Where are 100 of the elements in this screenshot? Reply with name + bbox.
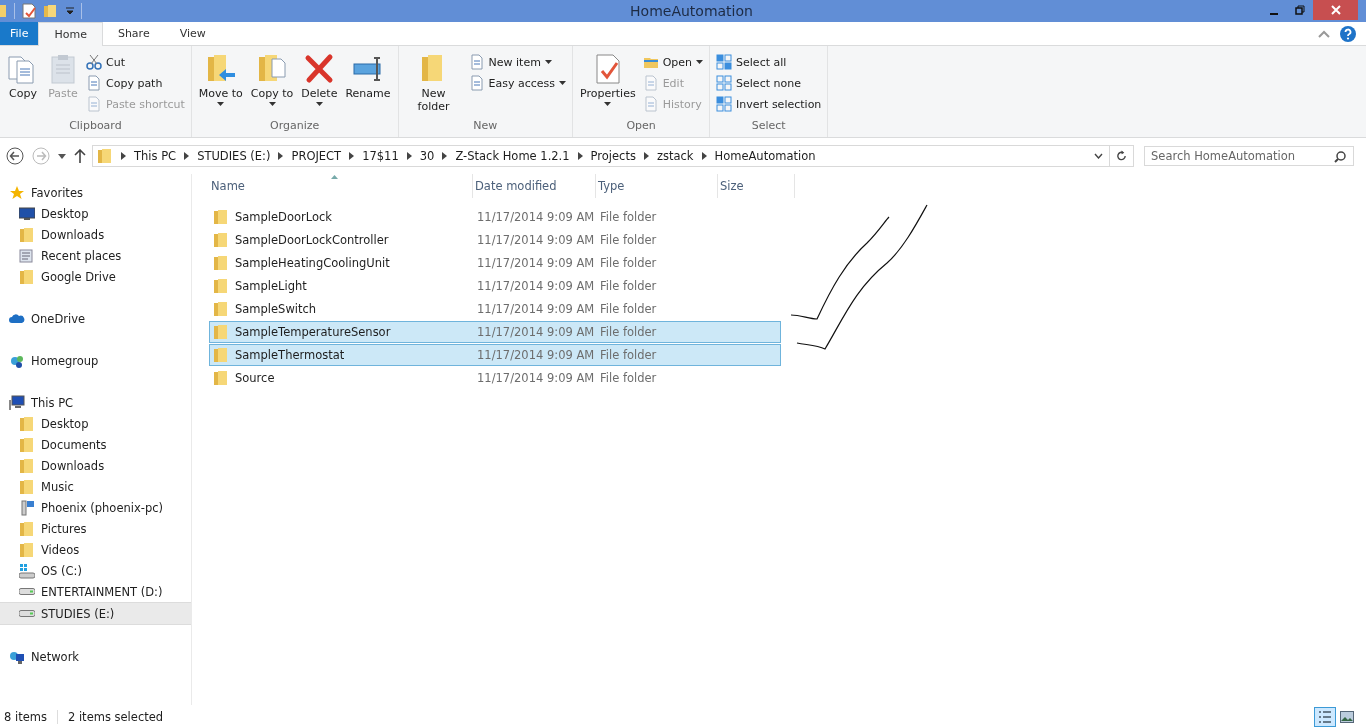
chevron-icon[interactable]: [184, 152, 190, 160]
refresh-button[interactable]: [1110, 145, 1134, 167]
nav-item[interactable]: Network: [0, 646, 191, 667]
breadcrumb[interactable]: PROJECT: [291, 149, 342, 163]
nav-item[interactable]: OneDrive: [0, 308, 191, 329]
column-header[interactable]: Type: [596, 174, 718, 198]
help-icon[interactable]: [1340, 25, 1356, 42]
ribbon-button[interactable]: New item: [466, 53, 569, 71]
caret-icon: [696, 60, 704, 64]
breadcrumb[interactable]: STUDIES (E:): [197, 149, 271, 163]
folder-icon: [213, 370, 229, 386]
type-cell-text: File folder: [599, 210, 658, 224]
properties-icon[interactable]: [21, 3, 37, 19]
nav-item[interactable]: This PC: [0, 392, 191, 413]
group-label: New: [472, 119, 499, 134]
caret-icon: [559, 81, 567, 85]
date-cell-text: 11/17/2014 9:09 AM: [476, 371, 596, 385]
ribbon-button[interactable]: Copy: [4, 49, 42, 102]
nav-item[interactable]: Google Drive: [0, 266, 191, 287]
recent-locations-button[interactable]: [56, 153, 68, 159]
file-row[interactable]: SampleThermostat 11/17/2014 9:09 AM File folder: [209, 344, 781, 366]
chevron-icon[interactable]: [442, 152, 448, 160]
nav-item[interactable]: Homegroup: [0, 350, 191, 371]
chevron-icon[interactable]: [643, 152, 649, 160]
ribbon-tab[interactable]: Home: [38, 22, 103, 46]
breadcrumb[interactable]: HomeAutomation: [714, 149, 816, 163]
nav-item[interactable]: ENTERTAINMENT (D:): [0, 581, 191, 602]
breadcrumb[interactable]: 30: [419, 149, 435, 163]
breadcrumb[interactable]: Projects: [590, 149, 636, 163]
file-row[interactable]: SampleHeatingCoolingUnit 11/17/2014 9:09 AM File folder: [209, 252, 781, 274]
folder-icon: [213, 255, 229, 271]
search-icon[interactable]: [1334, 151, 1346, 163]
ribbon-button[interactable]: New folder: [402, 49, 465, 115]
breadcrumb[interactable]: This PC: [134, 149, 177, 163]
ribbon-button[interactable]: Delete: [298, 49, 341, 108]
ribbon-button[interactable]: Cut: [84, 53, 187, 71]
nav-item[interactable]: Videos: [0, 539, 191, 560]
details-view-button[interactable]: [1314, 706, 1336, 727]
close-button[interactable]: [1313, 0, 1358, 20]
folder-icon: [213, 347, 229, 363]
file-name: SampleLight: [235, 279, 307, 293]
ribbon-button[interactable]: Select all: [714, 53, 824, 71]
breadcrumb[interactable]: 17$11: [362, 149, 399, 163]
collapse-ribbon-icon[interactable]: [1318, 29, 1330, 38]
column-header[interactable]: Size: [718, 174, 795, 198]
group-label: Clipboard: [68, 119, 123, 134]
nav-item[interactable]: Phoenix (phoenix-pc): [0, 497, 191, 518]
nav-item[interactable]: Downloads: [0, 224, 191, 245]
file-row[interactable]: SampleTemperatureSensor 11/17/2014 9:09 AM File folder: [209, 321, 781, 343]
chevron-icon[interactable]: [577, 152, 583, 160]
nav-item[interactable]: Recent places: [0, 245, 191, 266]
file-row[interactable]: SampleSwitch 11/17/2014 9:09 AM File folder: [209, 298, 781, 320]
date-cell-text: 11/17/2014 9:09 AM: [476, 279, 596, 293]
nav-item[interactable]: Desktop: [0, 203, 191, 224]
chevron-icon[interactable]: [278, 152, 284, 160]
invert-selection-icon: [716, 96, 733, 112]
nav-item[interactable]: OS (C:): [0, 560, 191, 581]
scissors-icon: [86, 54, 102, 70]
item-count: 8 items: [4, 709, 47, 724]
nav-item[interactable]: Documents: [0, 434, 191, 455]
file-row[interactable]: SampleDoorLockController 11/17/2014 9:09 AM File folder: [209, 229, 781, 251]
file-row[interactable]: SampleLight 11/17/2014 9:09 AM File folder: [209, 275, 781, 297]
nav-item[interactable]: Favorites: [0, 182, 191, 203]
address-bar[interactable]: This PC STUDIES (E:) PROJECT 17$11 30 Z-Stack Home 1.2.1 Projects zstack HomeAutomation: [92, 145, 1110, 167]
history-icon: [642, 96, 659, 112]
nav-item[interactable]: STUDIES (E:): [0, 602, 191, 625]
nav-item[interactable]: Music: [0, 476, 191, 497]
chevron-icon[interactable]: [349, 152, 355, 160]
restore-icon: [1295, 5, 1305, 15]
caret-icon: [58, 153, 66, 159]
breadcrumb[interactable]: zstack: [656, 149, 694, 163]
up-button[interactable]: [72, 149, 88, 163]
nav-item[interactable]: Pictures: [0, 518, 191, 539]
ribbon-button[interactable]: Rename: [342, 49, 394, 102]
breadcrumb[interactable]: Z-Stack Home 1.2.1: [455, 149, 570, 163]
nav-item[interactable]: Downloads: [0, 455, 191, 476]
ribbon-button[interactable]: Properties: [577, 49, 639, 108]
ribbon-button[interactable]: Select none: [714, 74, 824, 92]
sort-ascending-icon: [331, 175, 338, 179]
ribbon-button[interactable]: Invert selection: [714, 95, 824, 113]
file-row[interactable]: SampleDoorLock 11/17/2014 9:09 AM File folder: [209, 206, 781, 228]
chevron-icon[interactable]: [406, 152, 412, 160]
dropdown-icon[interactable]: [1094, 153, 1103, 159]
back-button[interactable]: [4, 147, 26, 165]
file-row[interactable]: Source 11/17/2014 9:09 AM File folder: [209, 367, 781, 389]
ribbon-button[interactable]: Easy access: [466, 74, 569, 92]
chevron-icon[interactable]: [121, 152, 126, 160]
ribbon-button[interactable]: Move to: [195, 49, 246, 108]
nav-item[interactable]: Desktop: [0, 413, 191, 434]
date-cell-text: 11/17/2014 9:09 AM: [476, 302, 596, 316]
picture-icon: [1340, 710, 1354, 723]
ribbon-button[interactable]: Copy to: [247, 49, 297, 108]
search-field[interactable]: Search HomeAutomation: [1144, 146, 1354, 166]
type-cell-text: File folder: [599, 279, 658, 293]
ribbon-button[interactable]: Open: [640, 53, 706, 71]
ribbon-button[interactable]: Copy path: [84, 74, 187, 92]
group-label: Select: [750, 119, 787, 134]
chevron-icon[interactable]: [701, 152, 707, 160]
column-header[interactable]: Date modified: [473, 174, 596, 198]
ribbon-tab[interactable]: File: [0, 22, 39, 45]
